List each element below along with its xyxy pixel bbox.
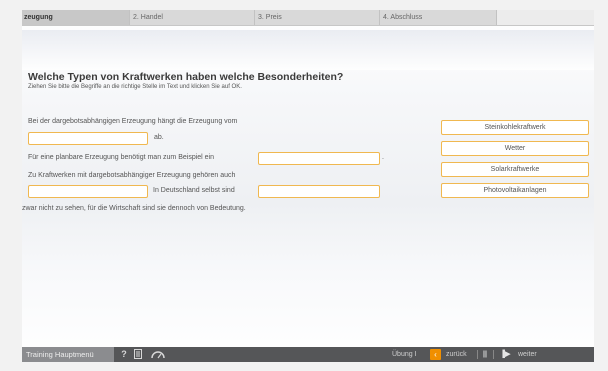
step-bar-end	[496, 10, 594, 25]
text-line-3: Für eine planbare Erzeugung benötigt man…	[28, 154, 215, 161]
step-2-handel[interactable]: 2. Handel	[129, 10, 254, 25]
drop-blank-1[interactable]	[28, 132, 148, 145]
text-line-5: In Deutschland selbst sind	[153, 187, 235, 194]
header-glow	[22, 30, 594, 70]
drop-blank-2[interactable]	[258, 152, 380, 165]
question-instruction: Ziehen Sie bitte die Begriffe an die ric…	[28, 84, 242, 90]
text-line-6: zwar nicht zu sehen, für die Wirtschaft …	[22, 205, 246, 212]
option-solarkraftwerke[interactable]: Solarkraftwerke	[441, 162, 589, 177]
skip-forward-icon[interactable]: ▐▶	[500, 347, 510, 362]
option-photovoltaikanlagen[interactable]: Photovoltaikanlagen	[441, 183, 589, 198]
pause-icon[interactable]: ||	[483, 347, 487, 362]
option-steinkohlekraftwerk[interactable]: Steinkohlekraftwerk	[441, 120, 589, 135]
text-line-3-end: .	[382, 154, 384, 161]
drop-blank-3[interactable]	[28, 185, 148, 198]
step-4-abschluss[interactable]: 4. Abschluss	[379, 10, 496, 25]
mode-label: Übung I	[392, 351, 417, 358]
bottom-toolbar: Training Hauptmenü ? Übung I ‹ zurück ||…	[22, 347, 594, 362]
document-icon[interactable]	[133, 347, 143, 362]
gauge-icon[interactable]	[150, 347, 166, 362]
step-1-erzeugung[interactable]: zeugung	[22, 10, 129, 25]
training-main-menu-button[interactable]: Training Hauptmenü	[22, 347, 114, 362]
text-line-4: Zu Kraftwerken mit dargebotsabhängiger E…	[28, 172, 236, 179]
drop-blank-4[interactable]	[258, 185, 380, 198]
page-background: zeugung 2. Handel 3. Preis 4. Abschluss …	[0, 0, 608, 371]
step-navigation: zeugung 2. Handel 3. Preis 4. Abschluss	[22, 10, 594, 26]
back-button[interactable]: zurück	[446, 347, 467, 362]
step-3-preis[interactable]: 3. Preis	[254, 10, 379, 25]
divider	[477, 350, 478, 359]
chevron-left-icon[interactable]: ‹	[430, 349, 441, 360]
option-wetter[interactable]: Wetter	[441, 141, 589, 156]
text-line-2: ab.	[154, 134, 164, 141]
help-icon[interactable]: ?	[119, 347, 129, 362]
text-line-1: Bei der dargebotsabhängigen Erzeugung hä…	[28, 118, 238, 125]
training-window: zeugung 2. Handel 3. Preis 4. Abschluss …	[22, 10, 594, 362]
question-title: Welche Typen von Kraftwerken haben welch…	[28, 71, 344, 83]
divider	[493, 350, 494, 359]
next-button[interactable]: weiter	[518, 347, 537, 362]
